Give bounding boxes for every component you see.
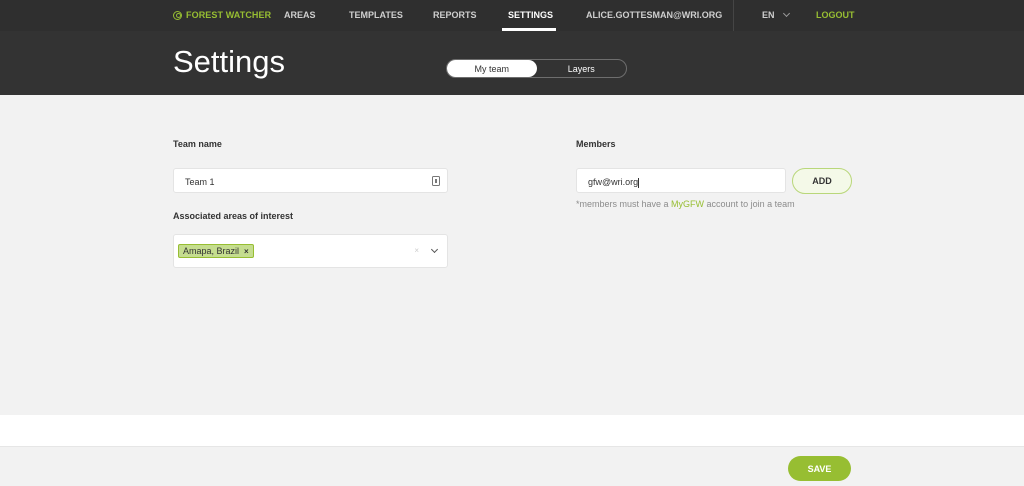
tab-my-team[interactable]: My team xyxy=(447,60,537,77)
logout-link[interactable]: LOGOUT xyxy=(816,10,855,20)
members-note: *members must have a MyGFW account to jo… xyxy=(576,199,795,209)
areas-select[interactable]: Amapa, Brazil × × xyxy=(173,234,448,268)
chevron-down-icon[interactable] xyxy=(430,245,439,254)
nav-link-areas[interactable]: AREAS xyxy=(284,10,316,20)
areas-label: Associated areas of interest xyxy=(173,211,294,221)
area-chip-label: Amapa, Brazil xyxy=(183,246,240,256)
top-nav: FOREST WATCHER AREAS TEMPLATES REPORTS S… xyxy=(0,0,1024,31)
chevron-down-icon xyxy=(782,9,790,18)
note-prefix: *members must have a xyxy=(576,199,672,209)
page-title: Settings xyxy=(173,44,286,79)
note-suffix: account to join a team xyxy=(704,199,795,209)
settings-tabs: My team Layers xyxy=(446,59,627,78)
nav-link-settings[interactable]: SETTINGS xyxy=(508,10,553,20)
language-value: EN xyxy=(762,10,775,20)
edit-icon xyxy=(432,176,440,186)
nav-inner: FOREST WATCHER AREAS TEMPLATES REPORTS S… xyxy=(173,0,855,31)
team-name-value: Team 1 xyxy=(185,177,215,187)
content-divider-strip xyxy=(0,415,1024,446)
mygfw-link[interactable]: MyGFW xyxy=(671,199,704,209)
forest-watcher-icon xyxy=(173,10,182,20)
language-selector[interactable]: EN xyxy=(762,9,790,20)
save-button[interactable]: SAVE xyxy=(788,456,851,481)
member-email-input[interactable]: gfw@wri.org xyxy=(576,168,786,193)
tab-layers[interactable]: Layers xyxy=(537,60,627,77)
nav-link-reports[interactable]: REPORTS xyxy=(433,10,477,20)
nav-link-templates[interactable]: TEMPLATES xyxy=(349,10,403,20)
nav-user-email[interactable]: ALICE.GOTTESMAN@WRI.ORG xyxy=(586,10,722,20)
member-email-value: gfw@wri.org xyxy=(588,177,640,188)
team-name-field[interactable]: Team 1 xyxy=(173,168,448,193)
members-label: Members xyxy=(576,139,616,149)
clear-icon[interactable]: × xyxy=(414,246,419,255)
add-member-button[interactable]: ADD xyxy=(792,168,852,194)
team-name-label: Team name xyxy=(173,139,222,149)
nav-divider xyxy=(733,0,734,31)
chip-remove-icon[interactable]: × xyxy=(244,247,249,256)
text-cursor xyxy=(638,177,640,188)
brand-logo[interactable]: FOREST WATCHER xyxy=(173,10,271,20)
area-chip: Amapa, Brazil × xyxy=(178,244,254,258)
footer-bar: SAVE xyxy=(0,446,1024,486)
settings-content: Team name Team 1 Associated areas of int… xyxy=(0,95,1024,415)
member-email-text: gfw@wri.org xyxy=(588,177,639,187)
brand-name: FOREST WATCHER xyxy=(186,10,272,20)
page-header: Settings My team Layers xyxy=(0,31,1024,95)
